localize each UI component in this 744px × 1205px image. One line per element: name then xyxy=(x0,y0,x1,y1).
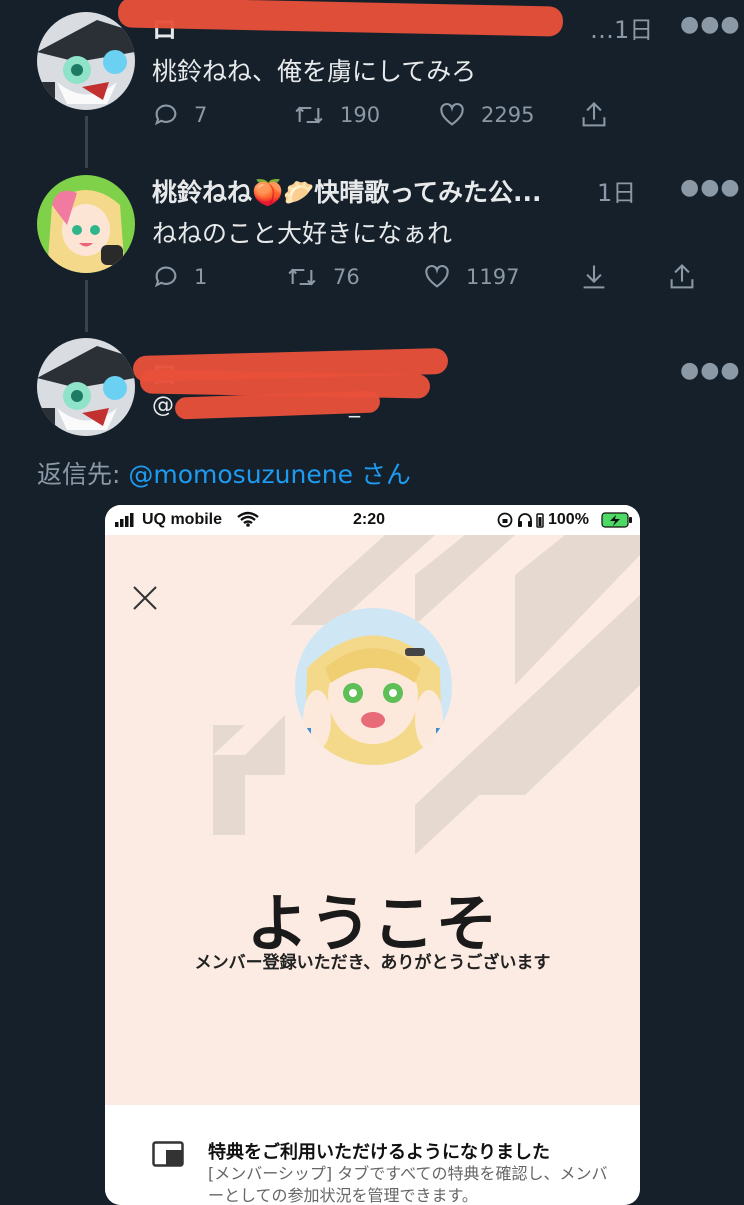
more-options-icon[interactable]: ●●● xyxy=(680,175,741,200)
thread-line xyxy=(85,280,88,332)
tweet-timestamp[interactable]: …1日 xyxy=(590,10,653,45)
reply-icon xyxy=(154,104,177,126)
welcome-subtitle: メンバー登録いただき、ありがとうございます xyxy=(194,953,551,973)
reply-to-line: 返信先: @momosuzunene さん xyxy=(37,455,411,491)
reply-to-suffix: さん xyxy=(352,460,411,489)
headphones-icon xyxy=(518,513,532,527)
share-icon xyxy=(670,263,694,289)
tweet-actions: 7 190 2295 xyxy=(152,95,622,135)
close-icon[interactable] xyxy=(132,585,158,611)
like-button[interactable]: 2295 xyxy=(437,95,534,135)
download-icon xyxy=(583,265,605,289)
reply-to-label: 返信先: xyxy=(37,460,129,489)
share-icon xyxy=(582,101,606,127)
reply-button[interactable]: 1 xyxy=(152,257,207,297)
window-icon xyxy=(152,1141,184,1167)
carrier-label: UQ mobile xyxy=(142,511,223,528)
tweet-text: 桃鈴ねね、俺を虜にしてみろ xyxy=(152,57,477,86)
wifi-icon xyxy=(237,511,259,527)
reply-button[interactable]: 7 xyxy=(152,95,207,135)
reply-icon xyxy=(154,266,177,288)
attached-screenshot[interactable]: UQ mobile 2:20 100% ようこそ メンバー登録いただき、ありがと… xyxy=(105,505,640,1205)
signal-icon xyxy=(115,513,134,527)
thread-line xyxy=(85,116,88,168)
more-options-icon[interactable]: ●●● xyxy=(680,12,741,37)
like-count: 1197 xyxy=(466,265,520,289)
download-button[interactable] xyxy=(580,257,608,297)
reply-count: 1 xyxy=(194,265,208,289)
retweet-count: 76 xyxy=(333,265,360,289)
clock: 2:20 xyxy=(353,511,386,528)
tweet-actions: 1 76 1197 xyxy=(152,257,697,297)
battery-small-icon xyxy=(536,513,544,528)
redaction-mark xyxy=(117,0,564,37)
battery-charging-icon xyxy=(601,512,632,528)
reply-count: 7 xyxy=(194,103,208,127)
share-button[interactable] xyxy=(668,257,696,297)
retweet-icon xyxy=(295,106,323,124)
battery-percent: 100% xyxy=(548,511,589,528)
heart-icon xyxy=(425,264,449,288)
benefit-description: [メンバーシップ] タブですべての特典を確認し、メンバーとしての参加状況を管理で… xyxy=(208,1164,608,1205)
tweet-timestamp[interactable]: 1日 xyxy=(597,173,636,208)
retweet-button[interactable]: 190 xyxy=(292,95,380,135)
heart-icon xyxy=(440,102,464,126)
like-button[interactable]: 1197 xyxy=(422,257,519,297)
avatar[interactable] xyxy=(37,175,135,273)
retweet-button[interactable]: 76 xyxy=(285,257,360,297)
retweet-count: 190 xyxy=(340,103,381,127)
tweet-author-name[interactable]: 桃鈴ねね🍑🥟快晴歌ってみた公... xyxy=(152,173,542,209)
avatar[interactable] xyxy=(37,12,135,110)
reply-to-handle-link[interactable]: @momosuzunene xyxy=(128,460,353,489)
retweet-icon xyxy=(288,268,316,286)
share-button[interactable] xyxy=(580,95,608,135)
phone-status-bar: UQ mobile 2:20 100% xyxy=(105,505,640,535)
like-count: 2295 xyxy=(481,103,535,127)
avatar[interactable] xyxy=(37,338,135,436)
more-options-icon[interactable]: ●●● xyxy=(680,358,741,383)
tweet-text: ねねのこと大好きになぁれ xyxy=(152,219,453,248)
member-avatar xyxy=(295,608,452,765)
handle-prefix: @ xyxy=(152,393,174,418)
rotation-lock-icon xyxy=(497,512,513,528)
benefit-title: 特典をご利用いただけるようになりました xyxy=(208,1142,550,1163)
benefit-section[interactable]: 特典をご利用いただけるようになりました [メンバーシップ] タブですべての特典を… xyxy=(105,1105,640,1205)
